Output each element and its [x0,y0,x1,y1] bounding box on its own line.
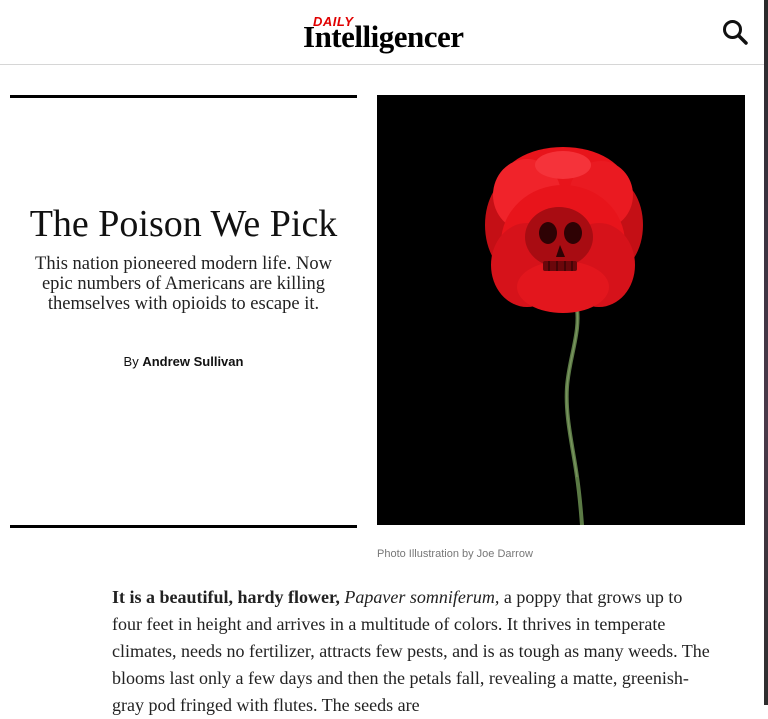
site-logo[interactable]: DAILY Intelligencer [303,14,464,58]
window-edge [764,0,768,705]
search-icon [723,20,748,45]
body-lead-italic: Papaver somniferum, [344,587,500,607]
article-body: It is a beautiful, hardy flower, Papaver… [112,584,712,719]
photo-caption: Photo Illustration by Joe Darrow [377,548,533,560]
byline: By Andrew Sullivan [10,354,357,369]
body-lead-bold: It is a beautiful, hardy flower, [112,587,340,607]
logo-main-text: Intelligencer [303,19,464,54]
author-link[interactable]: Andrew Sullivan [142,354,243,369]
byline-prefix: By [123,354,139,369]
lead-photo [377,95,745,527]
headline-block: The Poison We Pick This nation pioneered… [10,95,357,528]
search-button[interactable] [720,17,750,47]
poppy-illustration [485,147,643,527]
article-title: The Poison We Pick [29,203,338,245]
article-dek: This nation pioneered modern life. Now e… [35,254,332,314]
site-header: DAILY Intelligencer [0,0,766,65]
